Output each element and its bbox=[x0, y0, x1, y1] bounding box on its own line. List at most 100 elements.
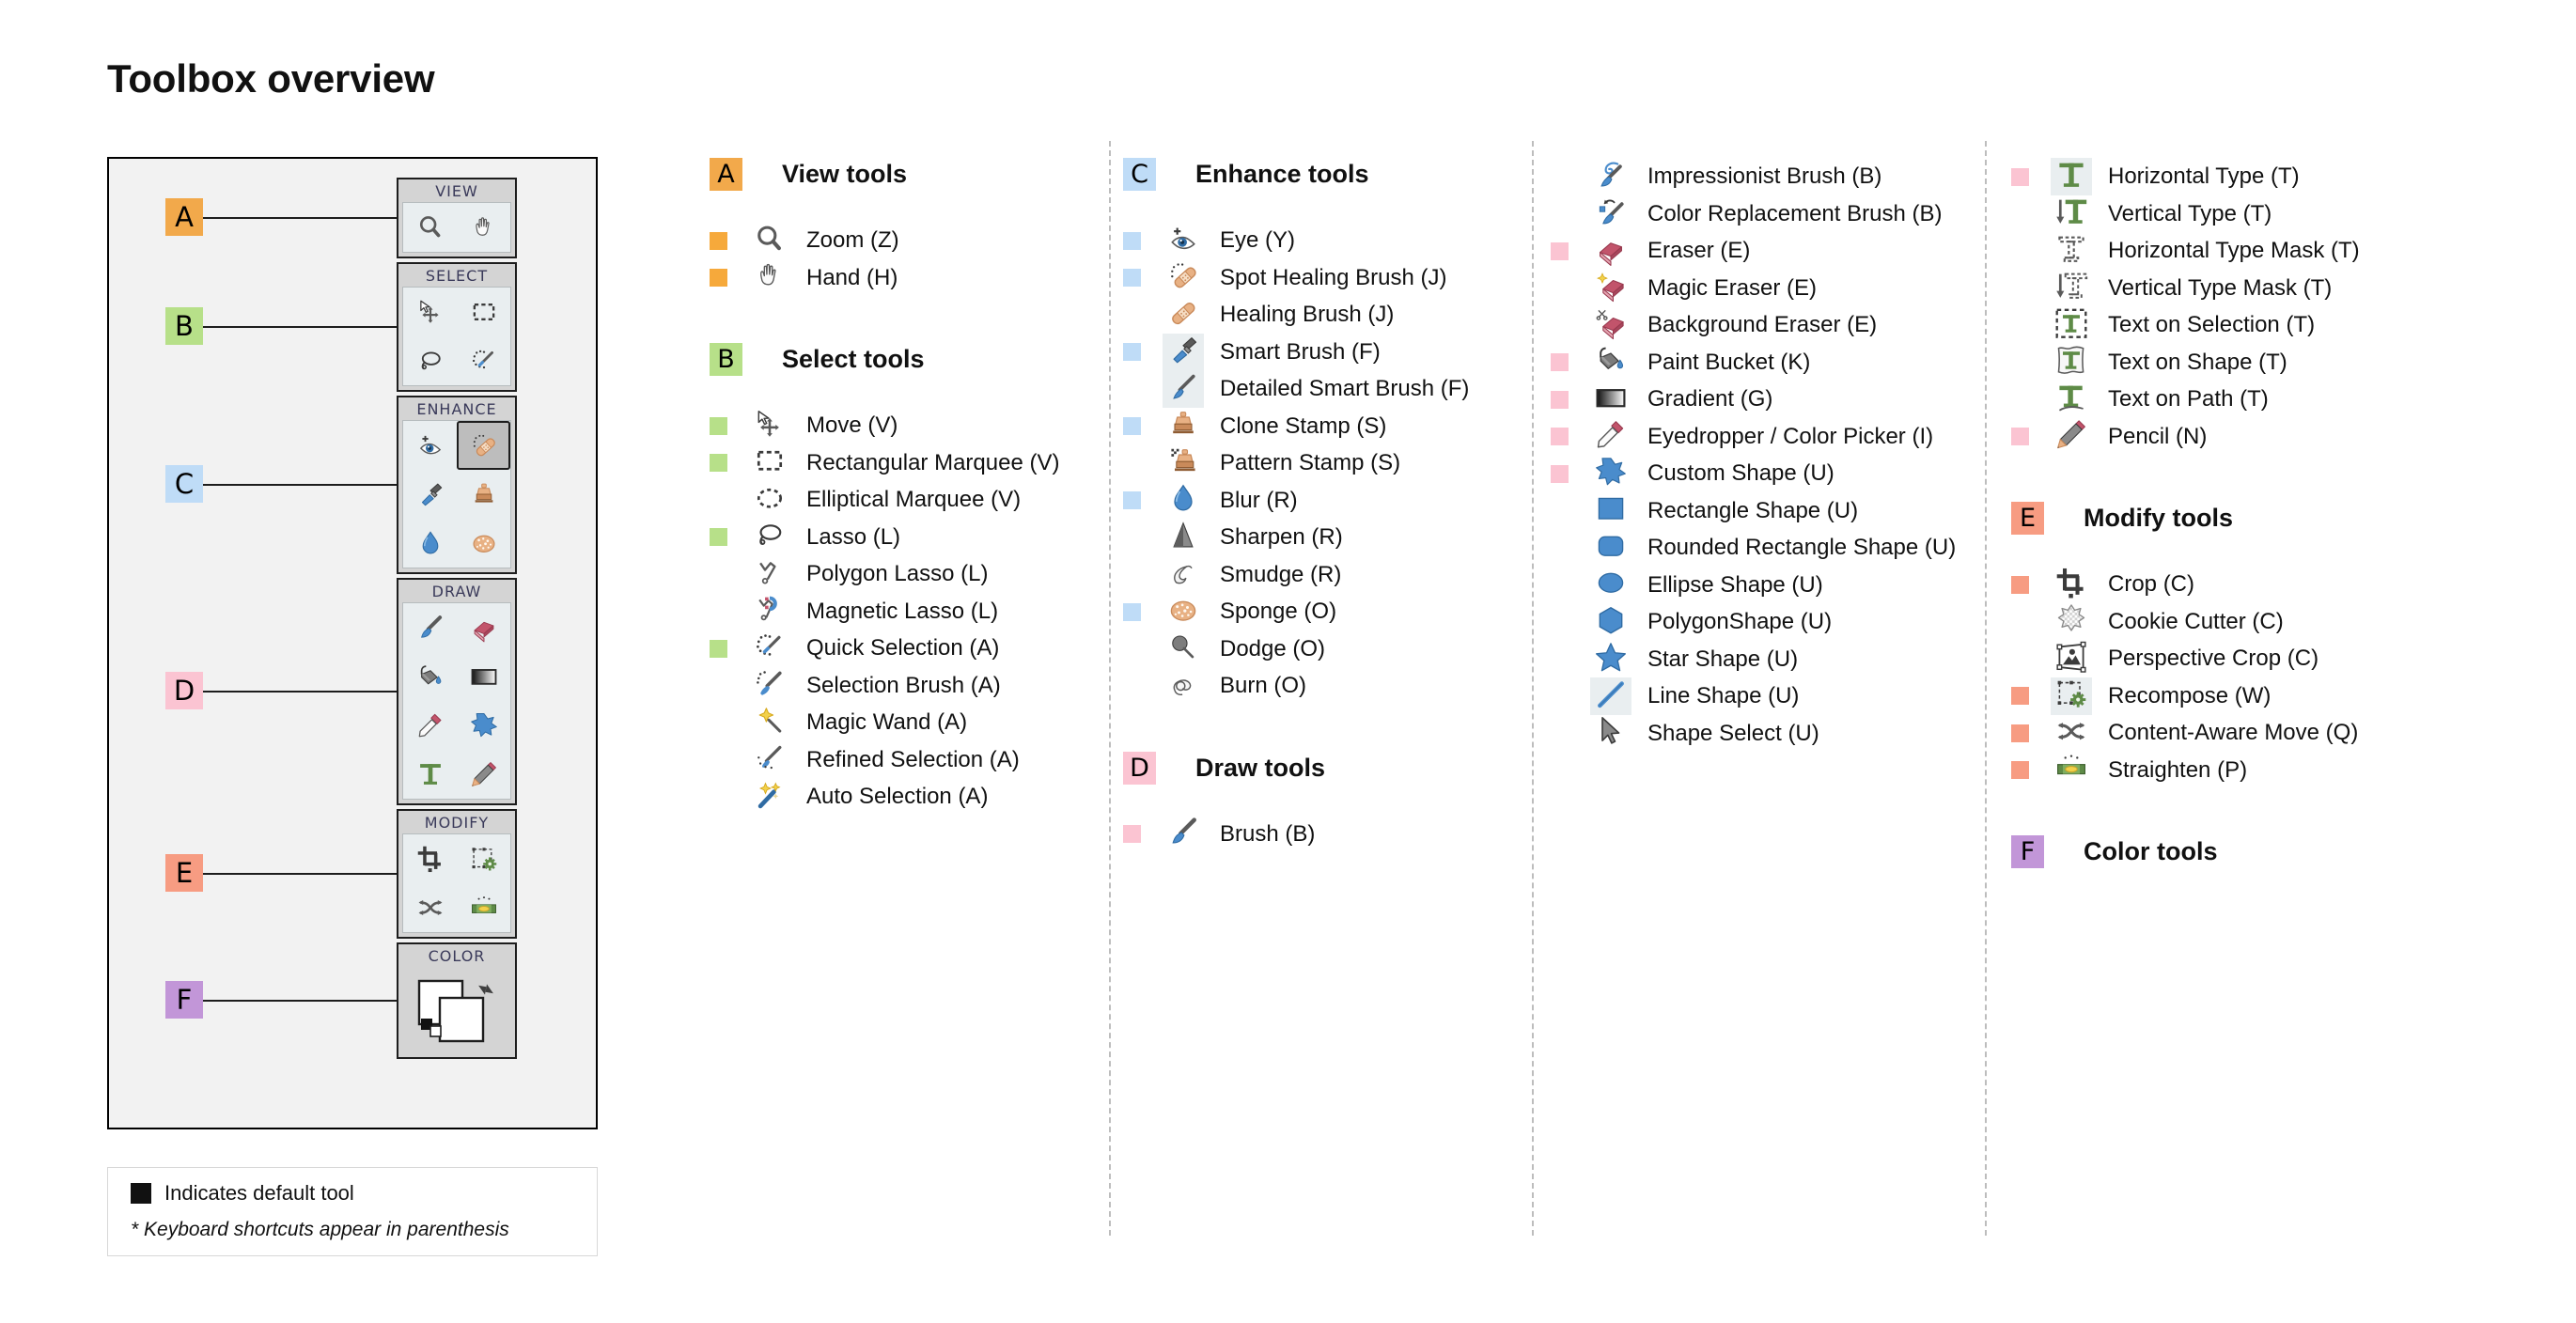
sponge-icon[interactable] bbox=[1163, 593, 1204, 630]
toolbox-cell-straighten-icon[interactable] bbox=[457, 883, 510, 932]
smudge-icon[interactable] bbox=[1163, 556, 1204, 594]
healing-brush-icon[interactable] bbox=[1163, 296, 1204, 334]
toolbox-cell-crop-icon[interactable] bbox=[403, 834, 457, 883]
tool-row[interactable]: Sharpen (R) bbox=[1123, 519, 1343, 556]
tool-row[interactable]: Text on Shape (T) bbox=[2011, 344, 2287, 381]
quick-selection-icon[interactable] bbox=[749, 630, 790, 667]
tool-row[interactable]: Selection Brush (A) bbox=[710, 667, 1001, 705]
toolbox-cell-clone-stamp-icon[interactable] bbox=[457, 470, 510, 519]
tool-row[interactable]: Pencil (N) bbox=[2011, 418, 2207, 456]
tool-row[interactable]: Perspective Crop (C) bbox=[2011, 640, 2318, 677]
burn-icon[interactable] bbox=[1163, 667, 1204, 705]
tool-row[interactable]: Horizontal Type (T) bbox=[2011, 158, 2300, 195]
crop-icon[interactable] bbox=[2051, 566, 2092, 603]
impressionist-brush-icon[interactable] bbox=[1590, 158, 1631, 195]
tool-row[interactable]: Magic Eraser (E) bbox=[1551, 270, 1817, 307]
cookie-cutter-icon[interactable] bbox=[2051, 603, 2092, 641]
perspective-crop-icon[interactable] bbox=[2051, 640, 2092, 677]
tool-row[interactable]: Pattern Stamp (S) bbox=[1123, 444, 1400, 482]
tool-row[interactable]: Magic Wand (A) bbox=[710, 704, 967, 741]
tool-row[interactable]: Healing Brush (J) bbox=[1123, 296, 1394, 334]
toolbox-cell-smart-brush-icon[interactable] bbox=[403, 470, 457, 519]
tool-row[interactable]: Shape Select (U) bbox=[1551, 715, 1819, 753]
tool-row[interactable]: Vertical Type (T) bbox=[2011, 195, 2272, 233]
magic-wand-icon[interactable] bbox=[749, 704, 790, 741]
toolbox-cell-paint-bucket-icon[interactable] bbox=[403, 652, 457, 701]
tool-row[interactable]: Gradient (G) bbox=[1551, 381, 1772, 418]
color-swatches-icon[interactable] bbox=[402, 967, 511, 1053]
selection-brush-icon[interactable] bbox=[749, 667, 790, 705]
rounded-rectangle-shape-icon[interactable] bbox=[1590, 529, 1631, 567]
line-shape-icon[interactable] bbox=[1590, 677, 1631, 715]
polygon-shape-icon[interactable] bbox=[1590, 603, 1631, 641]
content-aware-move-icon[interactable] bbox=[2051, 714, 2092, 752]
tool-row[interactable]: Rectangle Shape (U) bbox=[1551, 492, 1858, 530]
toolbox-cell-lasso-icon[interactable] bbox=[403, 336, 457, 385]
tool-row[interactable]: Brush (B) bbox=[1123, 816, 1315, 853]
ellipse-shape-icon[interactable] bbox=[1590, 567, 1631, 604]
tool-row[interactable]: Line Shape (U) bbox=[1551, 677, 1799, 715]
tool-row[interactable]: Impressionist Brush (B) bbox=[1551, 158, 1881, 195]
tool-row[interactable]: Auto Selection (A) bbox=[710, 778, 988, 816]
tool-row[interactable]: Magnetic Lasso (L) bbox=[710, 593, 998, 630]
tool-row[interactable]: Quick Selection (A) bbox=[710, 630, 999, 667]
tool-row[interactable]: Text on Path (T) bbox=[2011, 381, 2269, 418]
custom-shape-icon[interactable] bbox=[1590, 455, 1631, 492]
eyedropper-icon[interactable] bbox=[1590, 418, 1631, 456]
tool-row[interactable]: Recompose (W) bbox=[2011, 677, 2271, 715]
toolbox-cell-eyedropper-icon[interactable] bbox=[403, 701, 457, 750]
tool-row[interactable]: Burn (O) bbox=[1123, 667, 1306, 705]
tool-row[interactable]: Refined Selection (A) bbox=[710, 741, 1020, 779]
toolbox-cell-recompose-icon[interactable] bbox=[457, 834, 510, 883]
toolbox-cell-horizontal-type-icon[interactable] bbox=[403, 750, 457, 799]
blur-icon[interactable] bbox=[1163, 482, 1204, 520]
spot-healing-brush-icon[interactable] bbox=[1163, 259, 1204, 297]
toolbox-cell-spot-healing-brush-icon[interactable] bbox=[457, 421, 510, 470]
color-replacement-brush-icon[interactable] bbox=[1590, 195, 1631, 233]
star-shape-icon[interactable] bbox=[1590, 641, 1631, 678]
tool-row[interactable]: Crop (C) bbox=[2011, 566, 2194, 603]
toolbox-cell-brush-icon[interactable] bbox=[403, 603, 457, 652]
text-on-path-icon[interactable] bbox=[2051, 381, 2092, 418]
tool-row[interactable]: Sponge (O) bbox=[1123, 593, 1336, 630]
text-on-shape-icon[interactable] bbox=[2051, 344, 2092, 381]
lasso-icon[interactable] bbox=[749, 519, 790, 556]
detailed-smart-brush-icon[interactable] bbox=[1163, 370, 1204, 408]
tool-row[interactable]: Smart Brush (F) bbox=[1123, 333, 1381, 371]
toolbox-cell-rectangular-marquee-icon[interactable] bbox=[457, 288, 510, 336]
gradient-icon[interactable] bbox=[1590, 381, 1631, 418]
zoom-icon[interactable] bbox=[749, 222, 790, 259]
text-on-selection-icon[interactable] bbox=[2051, 306, 2092, 344]
tool-row[interactable]: Zoom (Z) bbox=[710, 222, 899, 259]
magnetic-lasso-icon[interactable] bbox=[749, 593, 790, 630]
tool-row[interactable]: Cookie Cutter (C) bbox=[2011, 603, 2284, 641]
sharpen-icon[interactable] bbox=[1163, 519, 1204, 556]
tool-row[interactable]: Polygon Lasso (L) bbox=[710, 555, 988, 593]
tool-row[interactable]: Elliptical Marquee (V) bbox=[710, 481, 1021, 519]
tool-row[interactable]: Ellipse Shape (U) bbox=[1551, 567, 1823, 604]
tool-row[interactable]: Eraser (E) bbox=[1551, 232, 1750, 270]
toolbox-cell-custom-shape-icon[interactable] bbox=[457, 701, 510, 750]
shape-select-icon[interactable] bbox=[1590, 715, 1631, 753]
polygon-lasso-icon[interactable] bbox=[749, 555, 790, 593]
tool-row[interactable]: Paint Bucket (K) bbox=[1551, 344, 1810, 381]
recompose-icon[interactable] bbox=[2051, 677, 2092, 715]
vertical-type-icon[interactable] bbox=[2051, 195, 2092, 233]
horizontal-type-icon[interactable] bbox=[2051, 158, 2092, 195]
tool-row[interactable]: Straighten (P) bbox=[2011, 752, 2247, 789]
toolbox-cell-content-aware-move-icon[interactable] bbox=[403, 883, 457, 932]
tool-row[interactable]: PolygonShape (U) bbox=[1551, 603, 1832, 641]
tool-row[interactable]: Clone Stamp (S) bbox=[1123, 408, 1386, 445]
tool-row[interactable]: Move (V) bbox=[710, 407, 898, 444]
elliptical-marquee-icon[interactable] bbox=[749, 481, 790, 519]
rectangle-shape-icon[interactable] bbox=[1590, 492, 1631, 530]
horizontal-type-mask-icon[interactable] bbox=[2051, 232, 2092, 270]
pattern-stamp-icon[interactable] bbox=[1163, 444, 1204, 482]
auto-selection-icon[interactable] bbox=[749, 778, 790, 816]
tool-row[interactable]: Detailed Smart Brush (F) bbox=[1123, 370, 1469, 408]
tool-row[interactable]: Rectangular Marquee (V) bbox=[710, 444, 1059, 482]
toolbox-cell-hand-icon[interactable] bbox=[457, 203, 510, 252]
toolbox-cell-sponge-icon[interactable] bbox=[457, 519, 510, 568]
tool-row[interactable]: Spot Healing Brush (J) bbox=[1123, 259, 1446, 297]
tool-row[interactable]: Horizontal Type Mask (T) bbox=[2011, 232, 2360, 270]
